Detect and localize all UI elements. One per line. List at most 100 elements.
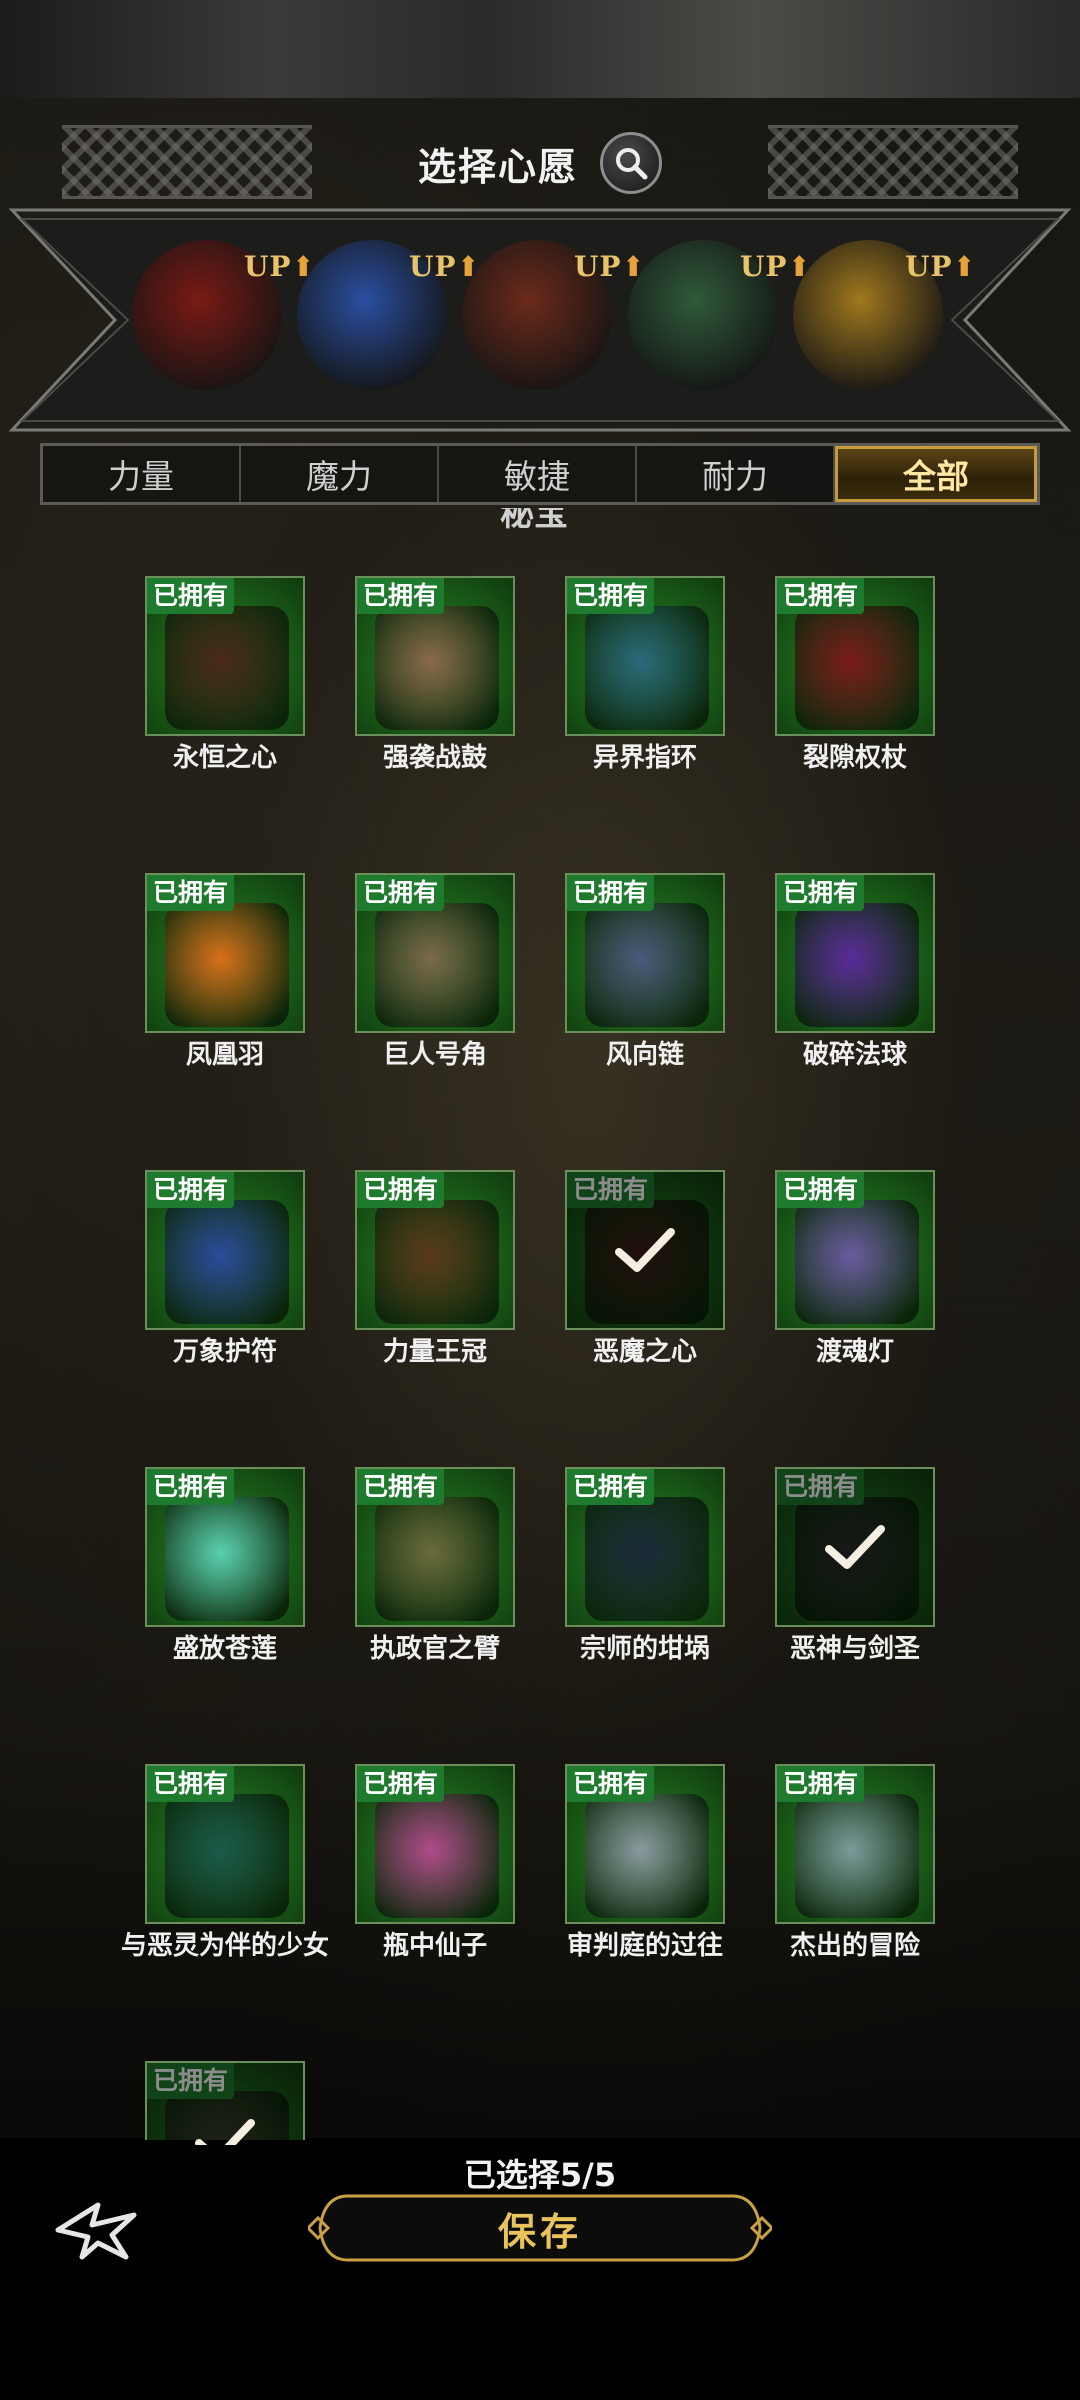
category-tabs: 力量 魔力 敏捷 耐力 全部 xyxy=(40,443,1040,505)
item-art xyxy=(165,1200,289,1324)
tab-0[interactable]: 力量 xyxy=(43,446,241,502)
up-badge: UP⬆ xyxy=(905,250,977,283)
search-button[interactable] xyxy=(600,132,662,194)
item-art xyxy=(165,1794,289,1918)
tab-3[interactable]: 耐力 xyxy=(637,446,835,502)
up-badge-label: UP xyxy=(740,250,788,283)
up-badge-label: UP xyxy=(409,250,457,283)
item-art xyxy=(585,903,709,1027)
owned-badge: 已拥有 xyxy=(357,578,445,614)
item-grid: 已拥有 永恒之心 已拥有 强袭战鼓 已拥有 异界指环 已拥有 裂隙权杖 已拥有 凤凰羽 已拥有 巨人号… xyxy=(0,530,1080,2145)
item-card[interactable]: 已拥有 宗师的坩埚 xyxy=(565,1467,729,1665)
item-name: 杰出的冒险 xyxy=(789,1931,920,1961)
item-thumbnail: 已拥有 xyxy=(775,1170,935,1330)
selected-overlay xyxy=(147,2063,303,2145)
owned-badge: 已拥有 xyxy=(147,1172,235,1208)
item-art xyxy=(585,606,709,730)
back-button[interactable] xyxy=(52,2195,142,2265)
owned-badge: 已拥有 xyxy=(147,1766,235,1802)
owned-badge: 已拥有 xyxy=(357,875,445,911)
item-name: 破碎法球 xyxy=(802,1040,907,1070)
item-card[interactable]: 已拥有 巨人号角 xyxy=(355,873,519,1071)
item-card[interactable]: 已拥有永恒之心 xyxy=(145,576,309,774)
item-name: 恶神与剑圣 xyxy=(789,1634,920,1664)
item-card[interactable]: 已拥有异界指环 xyxy=(565,576,729,774)
item-card[interactable]: 已拥有 渡魂灯 xyxy=(775,1170,939,1368)
item-name: 强袭战鼓 xyxy=(382,743,487,773)
item-card[interactable]: 已拥有万象护符 xyxy=(145,1170,309,1368)
item-card[interactable]: 已拥有 恶魔之心 xyxy=(565,1170,729,1368)
item-thumbnail: 已拥有 xyxy=(355,873,515,1033)
item-art xyxy=(165,606,289,730)
item-card[interactable]: 已拥有 审判庭的过往 xyxy=(565,1764,729,1962)
up-badge: UP⬆ xyxy=(409,250,481,283)
item-art xyxy=(585,1794,709,1918)
item-name: 万象护符 xyxy=(172,1337,277,1367)
owned-badge: 已拥有 xyxy=(357,1469,445,1505)
tab-2[interactable]: 敏捷 xyxy=(439,446,637,502)
item-card[interactable]: 已拥有凤凰羽 xyxy=(145,873,309,1071)
item-art xyxy=(165,1497,289,1621)
item-card[interactable]: 已拥有 破碎法球 xyxy=(775,873,939,1071)
up-badge-label: UP xyxy=(905,250,953,283)
item-art xyxy=(795,1794,919,1918)
item-card[interactable]: 已拥有 力量王冠 xyxy=(355,1170,519,1368)
owned-badge: 已拥有 xyxy=(567,875,655,911)
item-thumbnail: 已拥有 xyxy=(565,873,725,1033)
up-badge: UP⬆ xyxy=(574,250,646,283)
page-title: 选择心愿 xyxy=(417,144,578,189)
item-name: 盛放苍莲 xyxy=(172,1634,277,1664)
item-card[interactable]: 已拥有与恶灵为伴的少女 xyxy=(121,1764,329,1962)
item-art xyxy=(375,1794,499,1918)
top-background-strip xyxy=(0,0,1080,98)
item-name: 凤凰羽 xyxy=(185,1040,264,1070)
owned-badge: 已拥有 xyxy=(357,1172,445,1208)
back-icon xyxy=(55,2202,137,2260)
selected-overlay xyxy=(567,1172,723,1328)
item-name: 风向链 xyxy=(605,1040,684,1070)
item-name: 与恶灵为伴的少女 xyxy=(120,1931,329,1961)
item-card[interactable]: 已拥有瓶中仙子 xyxy=(355,1764,519,1962)
item-name: 异界指环 xyxy=(592,743,697,773)
save-button[interactable]: 保存 xyxy=(308,2190,772,2266)
item-card[interactable]: 已拥有 xyxy=(145,2061,309,2145)
item-art xyxy=(795,606,919,730)
up-badge-label: UP xyxy=(244,250,292,283)
item-thumbnail: 已拥有 xyxy=(355,576,515,736)
checkmark-icon xyxy=(195,2119,255,2145)
item-art xyxy=(375,1200,499,1324)
owned-badge: 已拥有 xyxy=(147,875,235,911)
item-card[interactable]: 已拥有 杰出的冒险 xyxy=(775,1764,939,1962)
item-thumbnail: 已拥有 xyxy=(145,873,305,1033)
owned-badge: 已拥有 xyxy=(357,1766,445,1802)
item-thumbnail: 已拥有 xyxy=(355,1170,515,1330)
selected-overlay xyxy=(777,1469,933,1625)
item-card[interactable]: 已拥有 盛放苍莲 xyxy=(145,1467,309,1665)
item-thumbnail: 已拥有 xyxy=(145,576,305,736)
up-badge: UP⬆ xyxy=(740,250,812,283)
up-badge: UP⬆ xyxy=(244,250,316,283)
item-art xyxy=(375,606,499,730)
item-card[interactable]: 已拥有强袭战鼓 xyxy=(355,576,519,774)
item-thumbnail: 已拥有 xyxy=(355,1764,515,1924)
item-art xyxy=(165,903,289,1027)
item-thumbnail: 已拥有 xyxy=(145,2061,305,2145)
item-art xyxy=(375,1497,499,1621)
tab-1[interactable]: 魔力 xyxy=(241,446,439,502)
item-name: 宗师的坩埚 xyxy=(579,1634,710,1664)
item-card[interactable]: 已拥有风向链 xyxy=(565,873,729,1071)
tab-4[interactable]: 全部 xyxy=(835,446,1037,502)
item-card[interactable]: 已拥有 裂隙权杖 xyxy=(775,576,939,774)
owned-badge: 已拥有 xyxy=(147,578,235,614)
checkmark-icon xyxy=(825,1525,885,1569)
item-card[interactable]: 已拥有 执政官之臂 xyxy=(355,1467,519,1665)
item-name: 审判庭的过往 xyxy=(566,1931,723,1961)
owned-badge: 已拥有 xyxy=(567,578,655,614)
item-name: 永恒之心 xyxy=(172,743,277,773)
item-name: 瓶中仙子 xyxy=(382,1931,487,1961)
item-thumbnail: 已拥有 xyxy=(145,1170,305,1330)
item-thumbnail: 已拥有 xyxy=(145,1467,305,1627)
item-card[interactable]: 已拥有 恶神与剑圣 xyxy=(775,1467,939,1665)
item-name: 裂隙权杖 xyxy=(802,743,907,773)
item-thumbnail: 已拥有 xyxy=(355,1467,515,1627)
